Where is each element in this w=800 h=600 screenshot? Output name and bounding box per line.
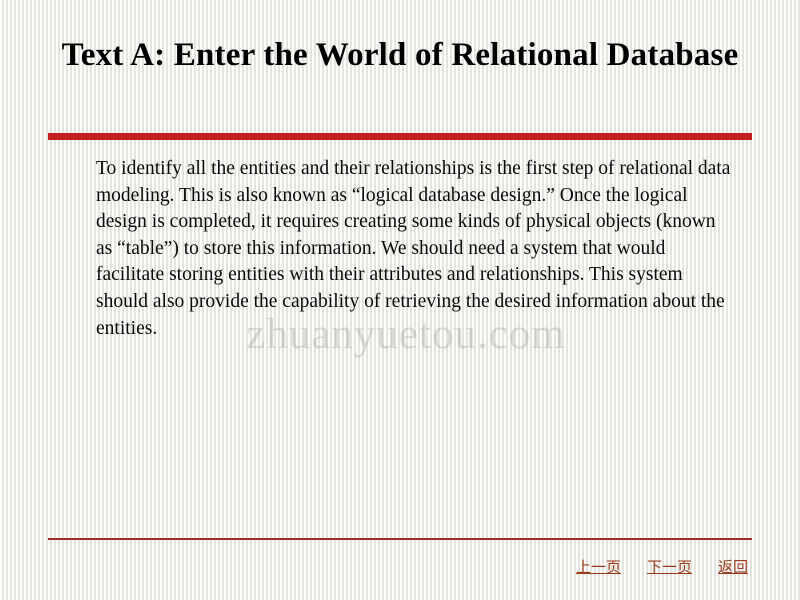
return-link[interactable]: 返回 [718, 556, 748, 577]
footer-divider [48, 538, 752, 540]
page-title: Text A: Enter the World of Relational Da… [61, 37, 739, 73]
next-page-link[interactable]: 下一页 [647, 556, 692, 577]
prev-page-link[interactable]: 上一页 [576, 556, 621, 577]
title-divider [48, 133, 752, 140]
navigation-links: 上一页 下一页 返回 [576, 556, 748, 577]
slide-canvas: Text A: Enter the World of Relational Da… [0, 0, 800, 600]
body-paragraph: To identify all the entities and their r… [96, 158, 731, 339]
